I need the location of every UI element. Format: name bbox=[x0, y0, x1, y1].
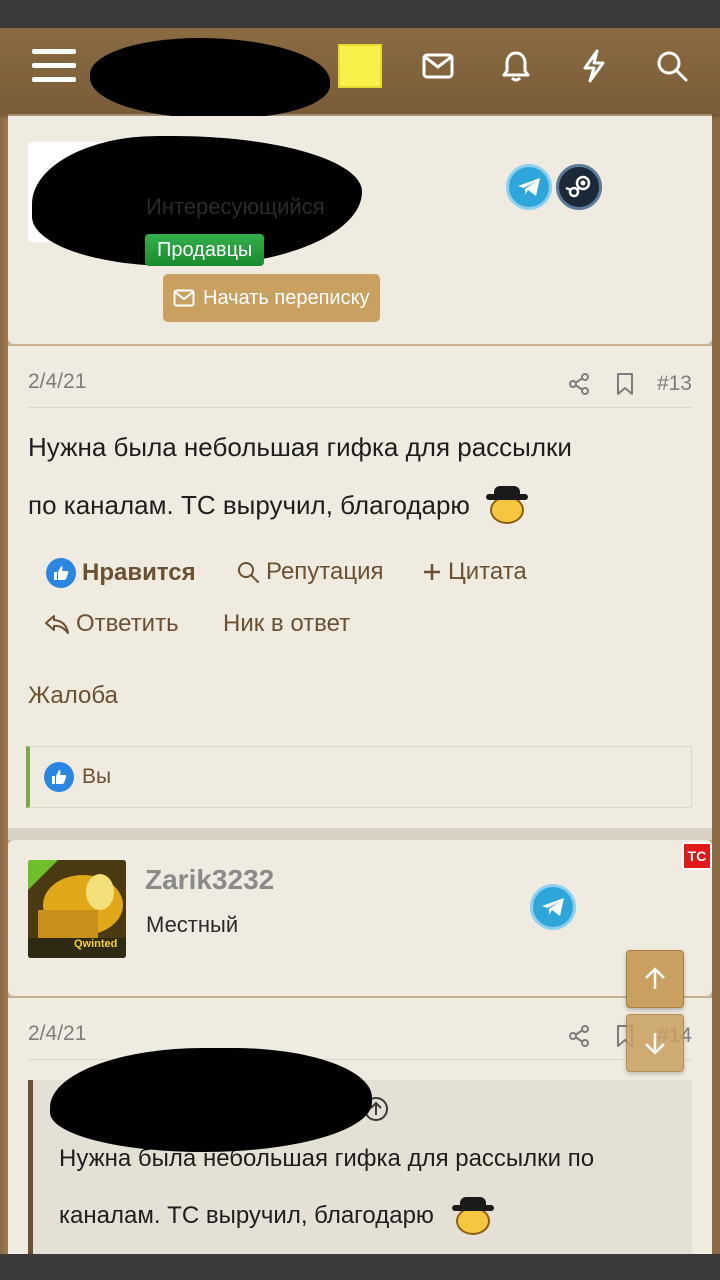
post: 2/4/21 #13 Нужна была небольшая гифка дл… bbox=[8, 346, 712, 828]
quote-text-line: каналам. ТС выручил, благодарю bbox=[59, 1202, 434, 1229]
like-label: Нравится bbox=[82, 559, 196, 586]
user-avatar-thumbnail[interactable] bbox=[338, 44, 382, 88]
bell-icon bbox=[502, 51, 530, 82]
inbox-button[interactable] bbox=[408, 28, 468, 104]
menu-button[interactable] bbox=[24, 28, 84, 104]
nick-reply-button[interactable]: Ник в ответ bbox=[223, 610, 350, 638]
telegram-link[interactable] bbox=[506, 164, 552, 210]
post-text-line: Нужна была небольшая гифка для рассылки bbox=[28, 432, 572, 462]
start-conversation-label: Начать переписку bbox=[203, 286, 370, 309]
search-button[interactable] bbox=[642, 28, 702, 104]
post-meta: 2/4/21 #14 bbox=[28, 1022, 692, 1060]
steam-link[interactable] bbox=[556, 164, 602, 210]
share-button[interactable] bbox=[565, 370, 593, 398]
post-divider bbox=[8, 828, 712, 840]
steam-icon bbox=[565, 175, 591, 198]
thumbs-up-icon bbox=[46, 558, 76, 588]
status-bar bbox=[0, 0, 720, 28]
quote-label: Цитата bbox=[448, 558, 527, 585]
post-text-line-wrap: по каналам. ТС выручил, благодарю bbox=[28, 476, 688, 534]
bookmark-icon bbox=[616, 373, 633, 395]
search-icon bbox=[657, 51, 688, 82]
user-card: Qwinted Zarik3232 Местный bbox=[8, 840, 712, 996]
post-tools: #13 bbox=[565, 370, 692, 398]
alerts-button[interactable] bbox=[486, 28, 546, 104]
share-icon bbox=[568, 1025, 589, 1047]
reply-label: Ответить bbox=[76, 610, 179, 637]
post-date[interactable]: 2/4/21 bbox=[28, 1022, 86, 1046]
lightning-icon bbox=[583, 49, 605, 83]
avatar[interactable]: Qwinted bbox=[28, 860, 126, 958]
telegram-icon bbox=[518, 178, 540, 196]
telegram-icon bbox=[542, 898, 564, 916]
user-title: Местный bbox=[146, 912, 239, 937]
arrow-down-icon bbox=[645, 1033, 665, 1055]
reputation-button[interactable]: Репутация bbox=[236, 558, 384, 586]
share-icon bbox=[568, 373, 589, 395]
menu-icon bbox=[32, 49, 76, 82]
envelope-icon bbox=[422, 53, 454, 79]
nick-reply-label: Ник в ответ bbox=[223, 610, 351, 637]
report-button[interactable]: Жалоба bbox=[28, 682, 118, 710]
topic-starter-badge: ТС bbox=[682, 842, 712, 870]
telegram-link[interactable] bbox=[530, 884, 576, 930]
like-button[interactable]: Нравится bbox=[46, 558, 196, 588]
emoji-hat-icon bbox=[450, 1196, 494, 1235]
quote-text-line-wrap: каналам. ТС выручил, благодарю bbox=[59, 1187, 689, 1244]
reply-button[interactable]: Ответить bbox=[44, 610, 179, 638]
redacted-logo bbox=[90, 38, 330, 118]
username[interactable]: Zarik3232 bbox=[145, 864, 274, 896]
quote-button[interactable]: Цитата bbox=[422, 558, 527, 586]
whats-new-button[interactable] bbox=[564, 28, 624, 104]
seller-badge: Продавцы bbox=[145, 234, 265, 266]
report-label: Жалоба bbox=[28, 682, 118, 709]
post-text-line: по каналам. ТС выручил, благодарю bbox=[28, 490, 470, 520]
envelope-icon bbox=[173, 289, 195, 307]
post-date[interactable]: 2/4/21 bbox=[28, 370, 86, 394]
scroll-top-button[interactable] bbox=[626, 950, 684, 1008]
emoji-hat-icon bbox=[484, 486, 528, 524]
likes-summary[interactable]: Вы bbox=[26, 746, 692, 808]
reply-icon bbox=[45, 615, 69, 634]
user-title: Интересующийся bbox=[146, 194, 325, 219]
post-number[interactable]: #13 bbox=[657, 372, 692, 396]
share-button[interactable] bbox=[565, 1022, 593, 1050]
post-body: Нужна была небольшая гифка для рассылки … bbox=[28, 418, 688, 534]
reputation-label: Репутация bbox=[266, 558, 384, 585]
scroll-bottom-button[interactable] bbox=[626, 1014, 684, 1072]
thumbs-up-icon bbox=[44, 762, 74, 792]
plus-icon bbox=[424, 564, 440, 580]
post-meta: 2/4/21 #13 bbox=[28, 370, 692, 408]
bookmark-button[interactable] bbox=[611, 370, 639, 398]
redacted-quote-author bbox=[50, 1048, 372, 1152]
search-icon bbox=[238, 562, 259, 583]
likes-by-label: Вы bbox=[82, 765, 112, 788]
post: 2/4/21 #14 bbox=[8, 998, 712, 1260]
navigation-bar bbox=[0, 1254, 720, 1280]
avatar-caption: Qwinted bbox=[74, 938, 118, 950]
top-navigation bbox=[0, 28, 720, 118]
arrow-up-icon bbox=[645, 967, 665, 989]
user-card: Интересующийся Продавцы Начать переписку bbox=[8, 116, 712, 344]
start-conversation-button[interactable]: Начать переписку bbox=[163, 274, 380, 322]
